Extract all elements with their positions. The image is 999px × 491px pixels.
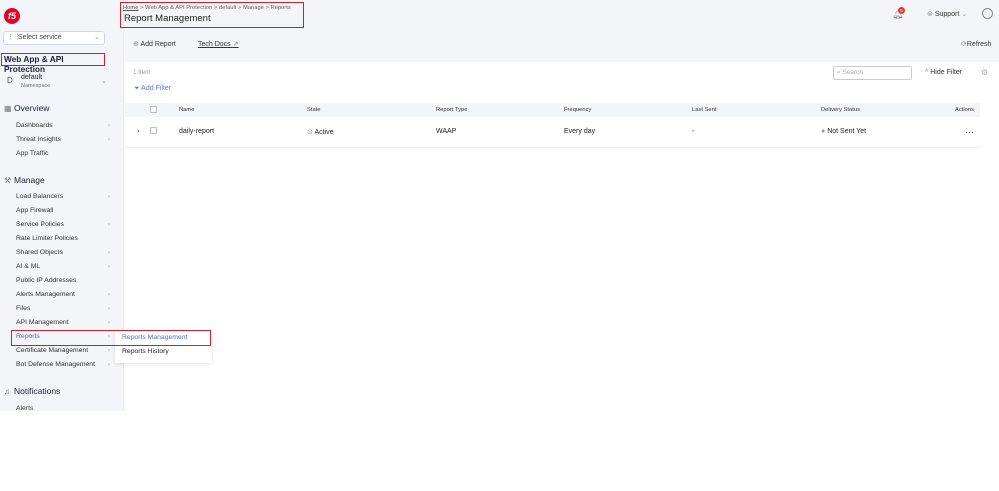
section-overview[interactable]: ▦ Overview bbox=[4, 103, 49, 113]
sidebar-item-service-policies[interactable]: Service Policies › bbox=[16, 221, 110, 228]
tech-docs-link[interactable]: Tech Docs ↗ bbox=[198, 40, 239, 48]
hide-filter-button[interactable]: ^ Hide Filter bbox=[925, 69, 962, 76]
select-all-checkbox[interactable] bbox=[150, 105, 157, 113]
cell-state: ⊙ Active bbox=[307, 117, 436, 148]
highlight-box bbox=[11, 330, 211, 346]
item-count: 1 Item bbox=[133, 69, 151, 76]
sidebar-item-load-balancers[interactable]: Load Balancers › bbox=[16, 193, 110, 200]
cell-type: WAAP bbox=[436, 117, 564, 148]
sidebar-item-files[interactable]: Files › bbox=[16, 305, 110, 312]
sidebar-item-alerts[interactable]: Alerts bbox=[16, 405, 110, 412]
support-icon: ⊚ bbox=[927, 11, 935, 18]
external-link-icon: ↗ bbox=[232, 41, 239, 48]
col-name[interactable]: Name bbox=[179, 103, 307, 117]
more-actions-icon[interactable]: ··· bbox=[931, 117, 980, 148]
chevron-down-icon: ⌄ bbox=[94, 34, 100, 41]
search-input[interactable]: ⌕ Search bbox=[833, 66, 912, 80]
highlight-box bbox=[120, 2, 304, 28]
sidebar-item-threat-insights[interactable]: Threat Insights › bbox=[16, 136, 110, 143]
row-checkbox[interactable] bbox=[150, 127, 157, 135]
sidebar: f5 ⋮⋮ Select service ⌄ Web App & API Prote… bbox=[0, 0, 124, 412]
col-delivery[interactable]: Delivery Status bbox=[821, 103, 931, 117]
chevron-down-icon: ⌄ bbox=[101, 78, 107, 85]
sidebar-item-certificate-management[interactable]: Certificate Management › bbox=[16, 347, 110, 354]
sidebar-item-rate-limiter-policies[interactable]: Rate Limiter Policies bbox=[16, 235, 110, 242]
grid-icon: ⋮⋮ bbox=[7, 34, 21, 41]
sidebar-item-ai-ml[interactable]: AI & ML › bbox=[16, 263, 110, 270]
support-menu[interactable]: ⊚ Support ⌄ bbox=[927, 10, 967, 18]
add-report-button[interactable]: ⊕ Add Report bbox=[133, 40, 176, 48]
expand-chevron-icon[interactable]: › bbox=[125, 117, 150, 148]
chevron-right-icon: › bbox=[107, 193, 110, 200]
select-service-dropdown[interactable]: ⋮⋮ Select service ⌄ bbox=[3, 31, 105, 45]
chevron-right-icon: › bbox=[107, 263, 110, 270]
col-state[interactable]: State bbox=[307, 103, 436, 117]
section-manage[interactable]: ⚒ Manage bbox=[4, 175, 45, 185]
sidebar-item-app-traffic[interactable]: App Traffic bbox=[16, 150, 110, 157]
sidebar-item-dashboards[interactable]: Dashboards › bbox=[16, 122, 110, 129]
chevron-right-icon: › bbox=[107, 122, 110, 129]
bell-icon: ♫ bbox=[4, 387, 10, 396]
chevron-right-icon: › bbox=[107, 319, 110, 326]
sidebar-item-public-ip-addresses[interactable]: Public IP Addresses bbox=[16, 277, 110, 284]
reports-table: Name State Report Type Frequency Last Se… bbox=[125, 103, 980, 148]
add-filter-button[interactable]: ⏷ Add Filter bbox=[134, 85, 171, 93]
table-row[interactable]: › daily-report ⊙ Active WAAP Every day -… bbox=[125, 117, 980, 148]
sidebar-item-alerts-management[interactable]: Alerts Management › bbox=[16, 291, 110, 298]
cell-frequency: Every day bbox=[564, 117, 692, 148]
submenu-reports-history[interactable]: Reports History bbox=[122, 348, 169, 355]
sidebar-item-shared-objects[interactable]: Shared Objects › bbox=[16, 249, 110, 256]
chevron-right-icon: › bbox=[107, 361, 110, 368]
chevron-right-icon: › bbox=[107, 136, 110, 143]
user-avatar-icon[interactable] bbox=[982, 8, 993, 19]
wrench-icon: ⚒ bbox=[4, 176, 12, 185]
workspace-title: Web App & API Protection bbox=[1, 53, 105, 74]
chevron-right-icon: › bbox=[107, 249, 110, 256]
f5-logo[interactable]: f5 bbox=[4, 8, 20, 24]
cell-last-sent: - bbox=[692, 117, 821, 148]
sidebar-item-app-firewall[interactable]: App Firewall bbox=[16, 207, 110, 214]
settings-gear-icon[interactable]: ⚙ bbox=[981, 68, 988, 77]
chevron-right-icon: › bbox=[107, 221, 110, 228]
namespace-selector[interactable]: Ddefault Namespace ⌄ bbox=[3, 72, 107, 92]
section-notifications[interactable]: ♫ Notifications bbox=[4, 386, 60, 396]
cell-name[interactable]: daily-report bbox=[179, 117, 307, 148]
col-actions: Actions bbox=[931, 103, 980, 117]
col-type[interactable]: Report Type bbox=[436, 103, 564, 117]
sidebar-item-api-management[interactable]: API Management › bbox=[16, 319, 110, 326]
grid-icon: ▦ bbox=[4, 104, 12, 113]
sidebar-item-bot-defense-management[interactable]: Bot Defense Management › bbox=[16, 361, 110, 368]
col-last-sent[interactable]: Last Sent bbox=[692, 103, 821, 117]
chevron-right-icon: › bbox=[107, 291, 110, 298]
chevron-right-icon: › bbox=[107, 305, 110, 312]
refresh-button[interactable]: ⟳Refresh bbox=[961, 40, 991, 48]
chevron-right-icon: › bbox=[107, 347, 110, 354]
cell-delivery: ● Not Sent Yet bbox=[821, 117, 931, 148]
notification-badge: 5 bbox=[898, 7, 905, 14]
col-frequency[interactable]: Frequency bbox=[564, 103, 692, 117]
